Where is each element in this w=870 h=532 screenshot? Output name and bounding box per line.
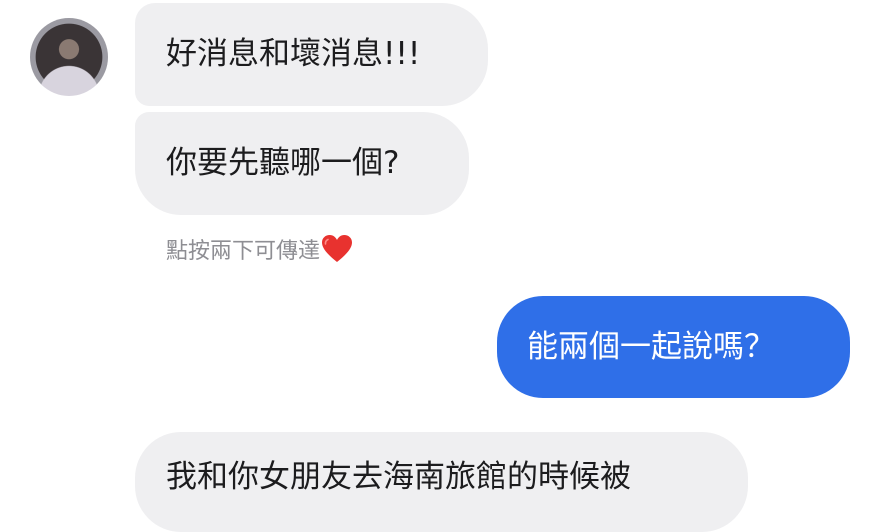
- message-text: 能兩個一起說嗎？: [527, 328, 775, 365]
- incoming-message-bubble[interactable]: 我和你女朋友去海南旅館的時候被: [135, 432, 748, 532]
- outgoing-message-bubble[interactable]: 能兩個一起說嗎？: [497, 296, 850, 398]
- message-text: 好消息和壞消息!!!: [166, 36, 421, 72]
- reaction-hint: 點按兩下可傳達: [166, 233, 353, 265]
- incoming-message-bubble[interactable]: 你要先聽哪一個?: [135, 112, 469, 215]
- message-text: 你要先聽哪一個?: [166, 145, 400, 181]
- reaction-hint-label: 點按兩下可傳達: [166, 239, 321, 264]
- avatar[interactable]: [30, 18, 108, 96]
- heart-icon: [322, 235, 353, 262]
- message-text: 我和你女朋友去海南旅館的時候被: [166, 459, 631, 495]
- incoming-message-bubble[interactable]: 好消息和壞消息!!!: [135, 3, 488, 106]
